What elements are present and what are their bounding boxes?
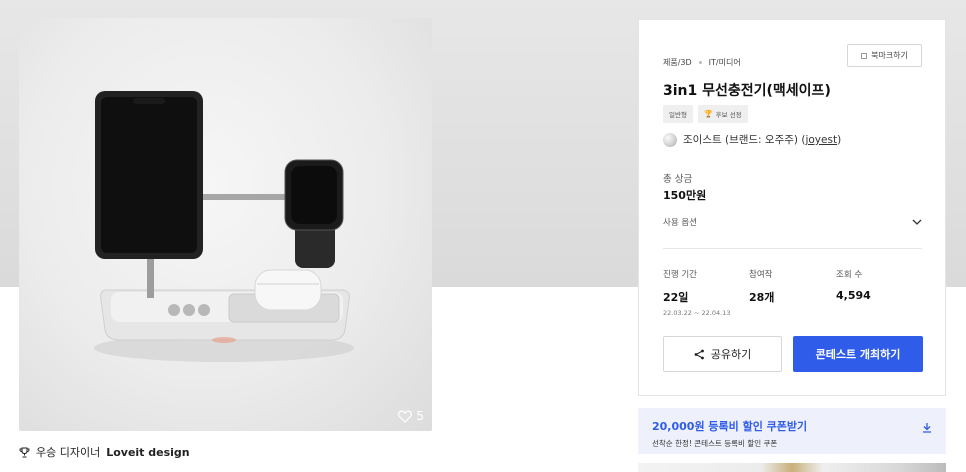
- breadcrumb: 제품/3D IT/미디어: [663, 57, 741, 68]
- share-icon: [694, 349, 704, 359]
- winning-designer: 우승 디자이너 Loveit design: [19, 444, 190, 460]
- tag-list: 일반형 🏆 후보 선정: [663, 105, 748, 123]
- heart-icon: [398, 410, 413, 423]
- period-label: 진행 기간: [663, 270, 697, 280]
- host-close: ): [837, 134, 842, 146]
- coupon-banner[interactable]: 20,000원 등록비 할인 쿠폰받기 선착순 한정! 콘테스트 등록비 할인 …: [638, 408, 946, 454]
- designer-prefix: 우승 디자이너: [36, 446, 101, 459]
- bookmark-label: 북마크하기: [871, 51, 908, 60]
- views-value: 4,594: [836, 289, 871, 302]
- usage-option-toggle[interactable]: 사용 옵션: [663, 215, 922, 229]
- avatar: [663, 132, 677, 147]
- participants-stat: 참여작 28개: [749, 268, 774, 305]
- prize-value: 150만원: [663, 189, 707, 202]
- host-info: 조이스트 (브랜드: 오주주) (joyest): [663, 132, 841, 147]
- chevron-down-icon: [912, 219, 922, 225]
- tag-candidate-label: 후보 선정: [715, 111, 742, 119]
- trophy-icon: [19, 447, 30, 457]
- category-secondary[interactable]: IT/미디어: [709, 57, 741, 68]
- like-count-value: 5: [416, 409, 424, 423]
- views-label: 조회 수: [836, 270, 863, 280]
- charger-illustration: [94, 91, 354, 362]
- period-value: 22일: [663, 291, 689, 304]
- share-button[interactable]: 공유하기: [663, 336, 782, 372]
- related-preview-strip: [638, 463, 946, 472]
- designer-name[interactable]: Loveit design: [106, 446, 189, 459]
- like-count[interactable]: 5: [398, 409, 424, 423]
- prize-label: 총 상금: [663, 174, 693, 185]
- tag-candidate: 🏆 후보 선정: [697, 105, 748, 123]
- coupon-title: 20,000원 등록비 할인 쿠폰받기: [652, 420, 808, 433]
- period-stat: 진행 기간 22일 22.03.22 ~ 22.04.13: [663, 268, 730, 317]
- divider: [663, 248, 922, 249]
- tag-type-label: 일반형: [669, 111, 687, 119]
- separator-dot: [698, 61, 702, 64]
- bookmark-icon: [861, 52, 868, 59]
- host-name: 조이스트 (브랜드: 오주주) (: [683, 134, 806, 146]
- trophy-icon: 🏆: [703, 110, 713, 118]
- download-icon[interactable]: [922, 422, 932, 433]
- bookmark-button[interactable]: 북마크하기: [847, 44, 922, 67]
- contest-info-card: 북마크하기 제품/3D IT/미디어 3in1 무선충전기(맥세이프) 일반형 …: [638, 19, 946, 396]
- contest-title: 3in1 무선충전기(맥세이프): [663, 83, 831, 99]
- participants-value: 28개: [749, 291, 775, 304]
- period-dates: 22.03.22 ~ 22.04.13: [663, 309, 731, 317]
- participants-label: 참여작: [749, 270, 773, 280]
- share-label: 공유하기: [710, 348, 752, 361]
- host-contest-button[interactable]: 콘테스트 개최하기: [793, 336, 923, 372]
- category-primary[interactable]: 제품/3D: [663, 57, 692, 68]
- host-link[interactable]: joyest: [805, 134, 837, 146]
- product-image[interactable]: 5: [19, 18, 432, 431]
- views-stat: 조회 수 4,594: [836, 268, 871, 302]
- tag-type: 일반형: [663, 105, 693, 123]
- coupon-subtitle: 선착순 한정! 콘테스트 등록비 할인 쿠폰: [652, 439, 778, 448]
- usage-option-label: 사용 옵션: [663, 218, 697, 228]
